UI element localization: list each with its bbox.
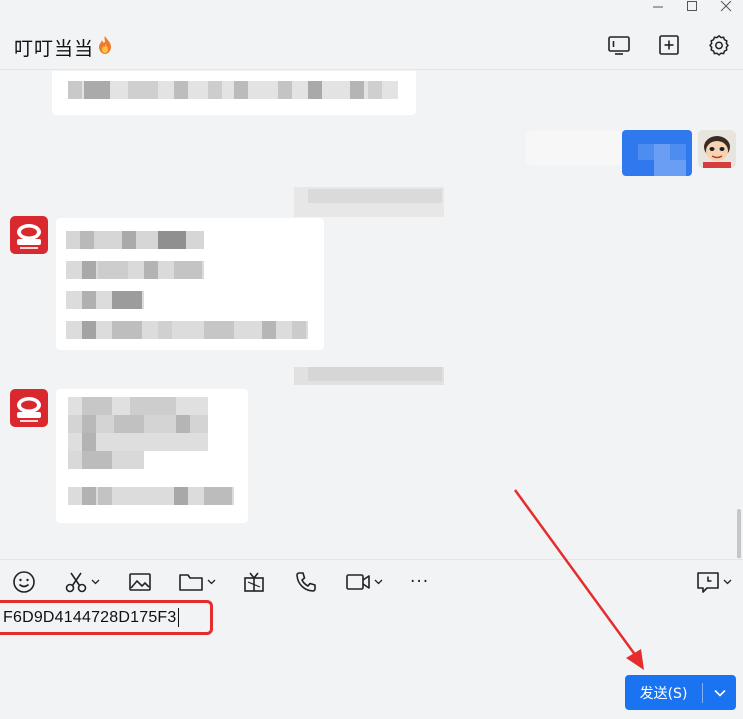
minimize-icon[interactable]	[641, 0, 675, 14]
fire-icon	[97, 35, 113, 60]
gift-icon[interactable]	[242, 570, 266, 594]
video-icon[interactable]	[345, 570, 383, 594]
image-icon[interactable]	[128, 570, 152, 594]
scissors-icon[interactable]	[64, 570, 100, 594]
phone-icon[interactable]	[294, 570, 318, 594]
chevron-down-icon[interactable]	[207, 579, 216, 585]
annotation-highlight-box	[0, 600, 213, 635]
more-icon[interactable]: ···	[410, 570, 429, 594]
chat-title-text: 叮叮当当	[14, 38, 95, 60]
close-icon[interactable]	[709, 0, 743, 14]
send-label: 发送(S)	[639, 685, 688, 702]
my-avatar[interactable]	[698, 130, 736, 168]
send-button[interactable]: 发送(S)	[625, 675, 736, 710]
send-options-chevron-down-icon[interactable]	[703, 689, 736, 697]
chat-title: 叮叮当当	[14, 34, 113, 61]
chevron-down-icon[interactable]	[723, 579, 732, 585]
maximize-icon[interactable]	[675, 0, 709, 14]
chat-toolbar: ···	[0, 559, 743, 605]
folder-icon[interactable]	[178, 570, 216, 594]
contact-avatar[interactable]	[10, 216, 48, 254]
window-controls	[641, 0, 743, 14]
chevron-down-icon[interactable]	[91, 579, 100, 585]
contact-avatar[interactable]	[10, 389, 48, 427]
add-member-icon[interactable]	[656, 32, 682, 58]
more-label: ···	[410, 572, 430, 592]
screen-share-icon[interactable]	[606, 32, 632, 58]
emoji-icon[interactable]	[12, 570, 36, 594]
chat-header: 叮叮当当	[0, 14, 743, 70]
chevron-down-icon[interactable]	[374, 579, 383, 585]
settings-icon[interactable]	[706, 32, 732, 58]
chat-message-area[interactable]	[0, 71, 743, 558]
history-icon[interactable]	[696, 570, 732, 594]
scrollbar-thumb[interactable]	[737, 509, 741, 558]
